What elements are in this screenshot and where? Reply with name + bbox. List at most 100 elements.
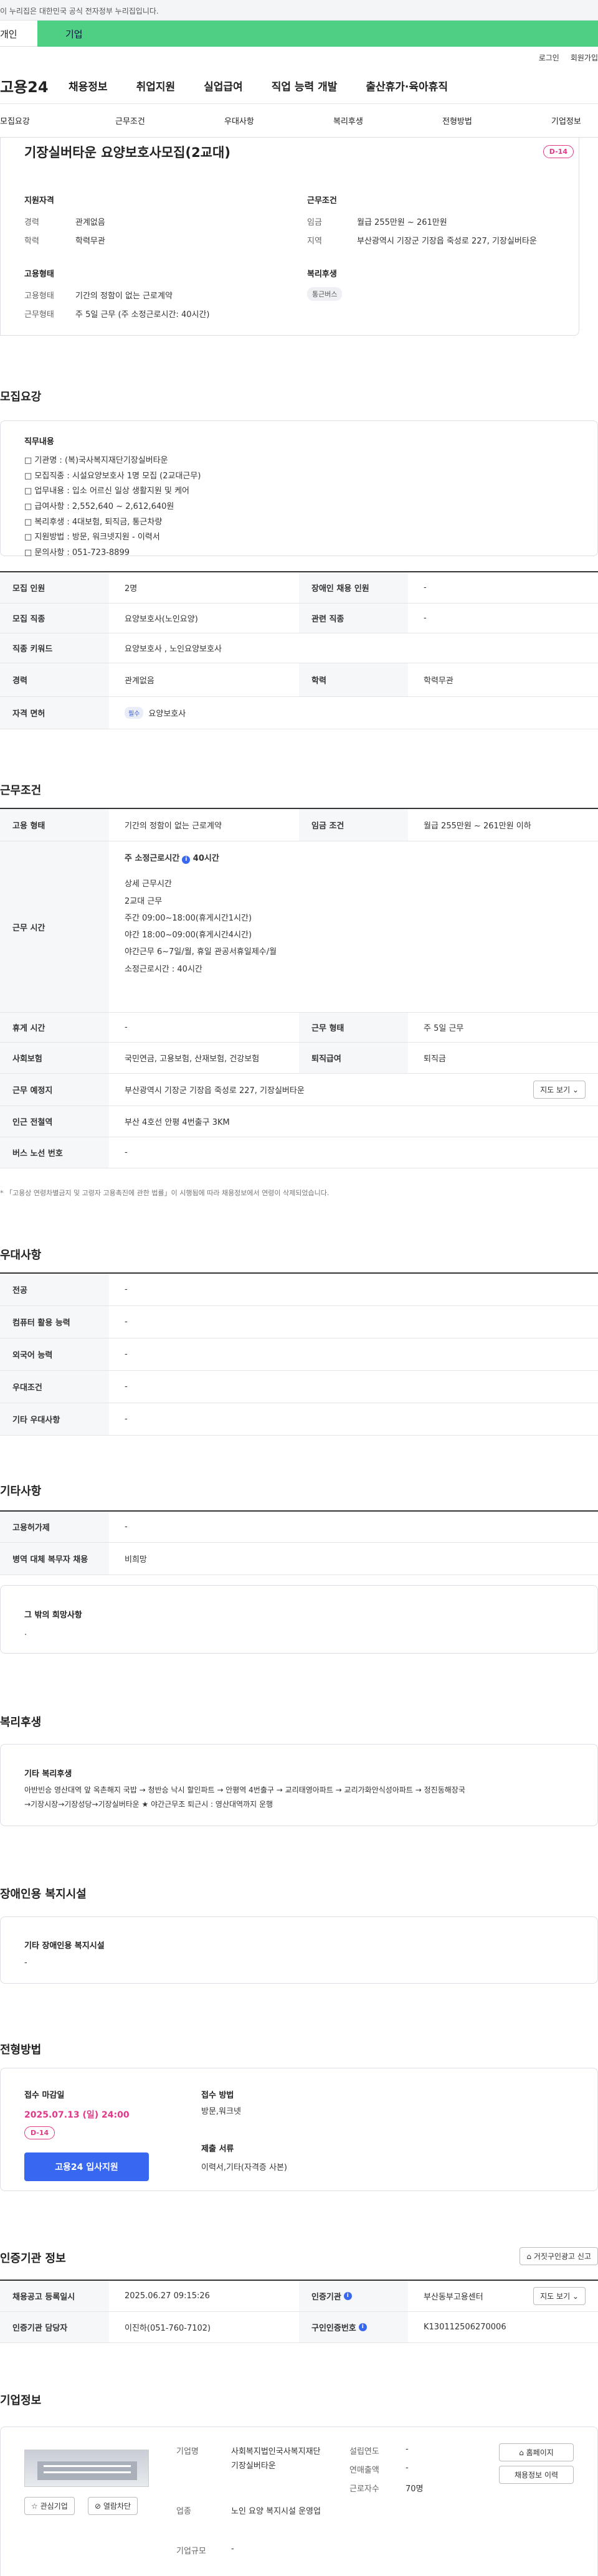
company-photo (24, 2450, 149, 2487)
gnb-item-leave[interactable]: 출산휴가·육아휴직 (366, 78, 448, 93)
cert-table: 채용공고 등록일시 2025.06.27 09:15:26 인증기관 i 부산동부… (0, 2280, 598, 2343)
anchor-conditions[interactable]: 근무조건 (115, 115, 224, 126)
industry-label: 업종 (176, 2507, 191, 2516)
info-icon[interactable]: i (358, 2323, 367, 2331)
row-value: K130112506270006 (424, 2323, 506, 2332)
method-value: 방문,워크넷 (201, 2107, 241, 2116)
table-row: 고용허가제 - (0, 1512, 598, 1543)
disabled-box: 기타 장애인용 복지시설 - (0, 1916, 598, 1984)
row-value: 요양보호사 , 노인요양보호사 (125, 645, 222, 654)
interest-company-button[interactable]: ☆ 관심기업 (24, 2497, 75, 2515)
anchor-preference[interactable]: 우대사항 (224, 115, 333, 126)
company-name-label: 기업명 (176, 2447, 199, 2456)
table-row: 모집 인원 2명 장애인 채용 인원 - (0, 572, 598, 604)
tab-personal[interactable]: 개인 (0, 21, 37, 47)
required-badge: 필수 (125, 707, 144, 719)
job-history-button[interactable]: 채용정보 이력 (499, 2466, 574, 2484)
gnb-item-employment-support[interactable]: 취업지원 (136, 78, 176, 93)
conditions-section-title: 근무조건 (0, 784, 42, 797)
table-row: 근무 예정지 부산광역시 기장군 기장읍 죽성로 227, 기장실버타운 지도 … (0, 1074, 598, 1106)
career-label: 경력 (24, 218, 39, 227)
row-header: 모집 인원 (0, 572, 109, 603)
global-nav: 고용24 채용정보 취업지원 실업급여 직업 능력 개발 출산휴가·육아휴직 (0, 68, 598, 104)
welfare-box: 기타 복리후생 아반빈승 영산대역 앞 옥촌해지 국밥 → 청반승 낙시 할인파… (0, 1744, 598, 1826)
preference-section-title: 우대사항 (0, 1249, 42, 1262)
row-header: 근무 시간 (0, 841, 109, 1012)
row-header: 인증기관 담당자 (0, 2312, 109, 2342)
duty-line: □ 모집직종 : 시설요양보호사 1명 모집 (2교대근무) (24, 471, 201, 481)
duty-line: □ 복리후생 : 4대보험, 퇴직금, 통근차량 (24, 517, 163, 527)
recruit-section-title: 모집요강 (0, 391, 42, 404)
row-header-label: 인증기관 (311, 2293, 341, 2302)
selection-section-title: 전형방법 (0, 2043, 42, 2057)
conditions-table: 고용 형태 기간의 정함이 없는 근로계약 임금 조건 월급 255만원 ~ 2… (0, 808, 598, 1168)
table-row: 고용 형태 기간의 정함이 없는 근로계약 임금 조건 월급 255만원 ~ 2… (0, 809, 598, 841)
region-label: 지역 (307, 237, 322, 246)
gnb-item-training[interactable]: 직업 능력 개발 (272, 78, 338, 93)
hours-line: 상세 근무시간 (125, 879, 172, 889)
signup-link[interactable]: 회원가입 (571, 52, 598, 63)
duty-box: 직무내용 □ 기관명 : (복)국사복지재단기장실버타운 □ 모집직종 : 시설… (0, 420, 598, 557)
hours-cell: 주 소정근로시간 i 40시간 상세 근무시간 2교대 근무 주간 09:00~1… (109, 841, 598, 1012)
row-value: 2명 (125, 584, 138, 594)
anchor-company[interactable]: 기업정보 (551, 115, 581, 126)
report-fake-ad-button[interactable]: ⌂ 거짓구인광고 신고 (520, 2247, 598, 2265)
row-header: 외국어 능력 (0, 1338, 109, 1370)
row-header: 퇴직급여 (299, 1043, 408, 1073)
cert-map-button[interactable]: 지도 보기 ⌄ (533, 2287, 586, 2305)
section-anchor-nav: 모집요강 근무조건 우대사항 복리후생 전형방법 기업정보 (0, 104, 598, 138)
row-header: 전공 (0, 1274, 109, 1305)
table-row: 인근 전철역 부산 4호선 안평 4번출구 3KM (0, 1106, 598, 1137)
wage-value: 월급 255만원 ~ 261만원 (357, 218, 447, 227)
home-icon: ⌂ (526, 2252, 534, 2261)
anchor-selection[interactable]: 전형방법 (442, 115, 551, 126)
info-icon[interactable]: i (343, 2292, 352, 2300)
recruit-table: 모집 인원 2명 장애인 채용 인원 - 모집 직종 요양보호사(노인요양) 관… (0, 571, 598, 729)
age-law-note: * 「고용상 연령차별금지 및 고령자 고용촉진에 관한 법률」이 시행됨에 따… (0, 1189, 330, 1197)
row-value: 관계없음 (125, 676, 154, 686)
report-fake-ad-label: 거짓구인광고 신고 (533, 2252, 591, 2261)
deadline-title: 접수 마감일 (24, 2091, 65, 2100)
row-value: 비희망 (125, 1555, 147, 1565)
row-header: 고용 형태 (0, 809, 109, 841)
row-value: - (125, 1148, 128, 1157)
row-header: 우대조건 (0, 1371, 109, 1403)
docs-value: 이력서,기타(자격증 사본) (201, 2163, 288, 2172)
row-header: 임금 조건 (299, 809, 408, 841)
job-title: 기장실버타운 요양보호사모집(2교대) (24, 145, 230, 160)
row-value: - (424, 583, 427, 592)
anchor-welfare[interactable]: 복리후생 (333, 115, 442, 126)
duty-title: 직무내용 (24, 437, 54, 447)
duty-line: □ 급여사항 : 2,552,640 ~ 2,612,640원 (24, 502, 174, 512)
block-company-button[interactable]: ⊘ 열람차단 (88, 2497, 138, 2515)
hours-line: 야간 18:00~09:00(휴게시간4시간) (125, 930, 252, 940)
preference-table: 전공 - 컴퓨터 활용 능력 - 외국어 능력 - 우대조건 - 기타 우대사항 - (0, 1272, 598, 1436)
login-link[interactable]: 로그인 (539, 52, 559, 63)
wage-label: 임금 (307, 218, 322, 227)
site-logo[interactable]: 고용24 (0, 75, 69, 97)
info-icon[interactable]: i (182, 856, 191, 864)
work-form-value: 주 5일 근무 (주 소정근로시간: 40시간) (75, 310, 210, 320)
work-title: 근무조건 (307, 196, 337, 206)
duty-line: □ 업무내용 : 입소 어르신 일상 생활지원 및 케어 (24, 486, 190, 496)
apply-button[interactable]: 고용24 입사지원 (24, 2152, 149, 2181)
homepage-button[interactable]: ⌂ 홈페이지 (499, 2443, 574, 2461)
cert-agency-cell: 부산동부고용센터 지도 보기 ⌄ (408, 2281, 598, 2311)
company-section-title: 기업정보 (0, 2394, 42, 2407)
docs-title: 제출 서류 (201, 2144, 234, 2154)
map-view-button[interactable]: 지도 보기 ⌄ (533, 1081, 586, 1099)
gnb-item-unemployment[interactable]: 실업급여 (204, 78, 243, 93)
welfare-pill: 통근버스 (307, 287, 343, 301)
founded-value: - (406, 2445, 409, 2454)
row-header: 사회보험 (0, 1043, 109, 1073)
gnb-item-jobs[interactable]: 채용정보 (69, 78, 108, 93)
row-value: - (125, 1522, 128, 1532)
row-header: 버스 노선 번호 (0, 1137, 109, 1168)
table-row: 인증기관 담당자 이진하(051-760-7102) 구인인증번호 i K1301… (0, 2312, 598, 2343)
anchor-recruit[interactable]: 모집요강 (0, 115, 115, 126)
row-value: 요양보호사(노인요양) (125, 615, 198, 624)
hours-line: 2교대 근무 (125, 896, 163, 906)
block-company-label: 열람차단 (103, 2502, 131, 2511)
employees-label: 근로자수 (349, 2484, 379, 2494)
tab-company[interactable]: 기업 (37, 21, 598, 47)
